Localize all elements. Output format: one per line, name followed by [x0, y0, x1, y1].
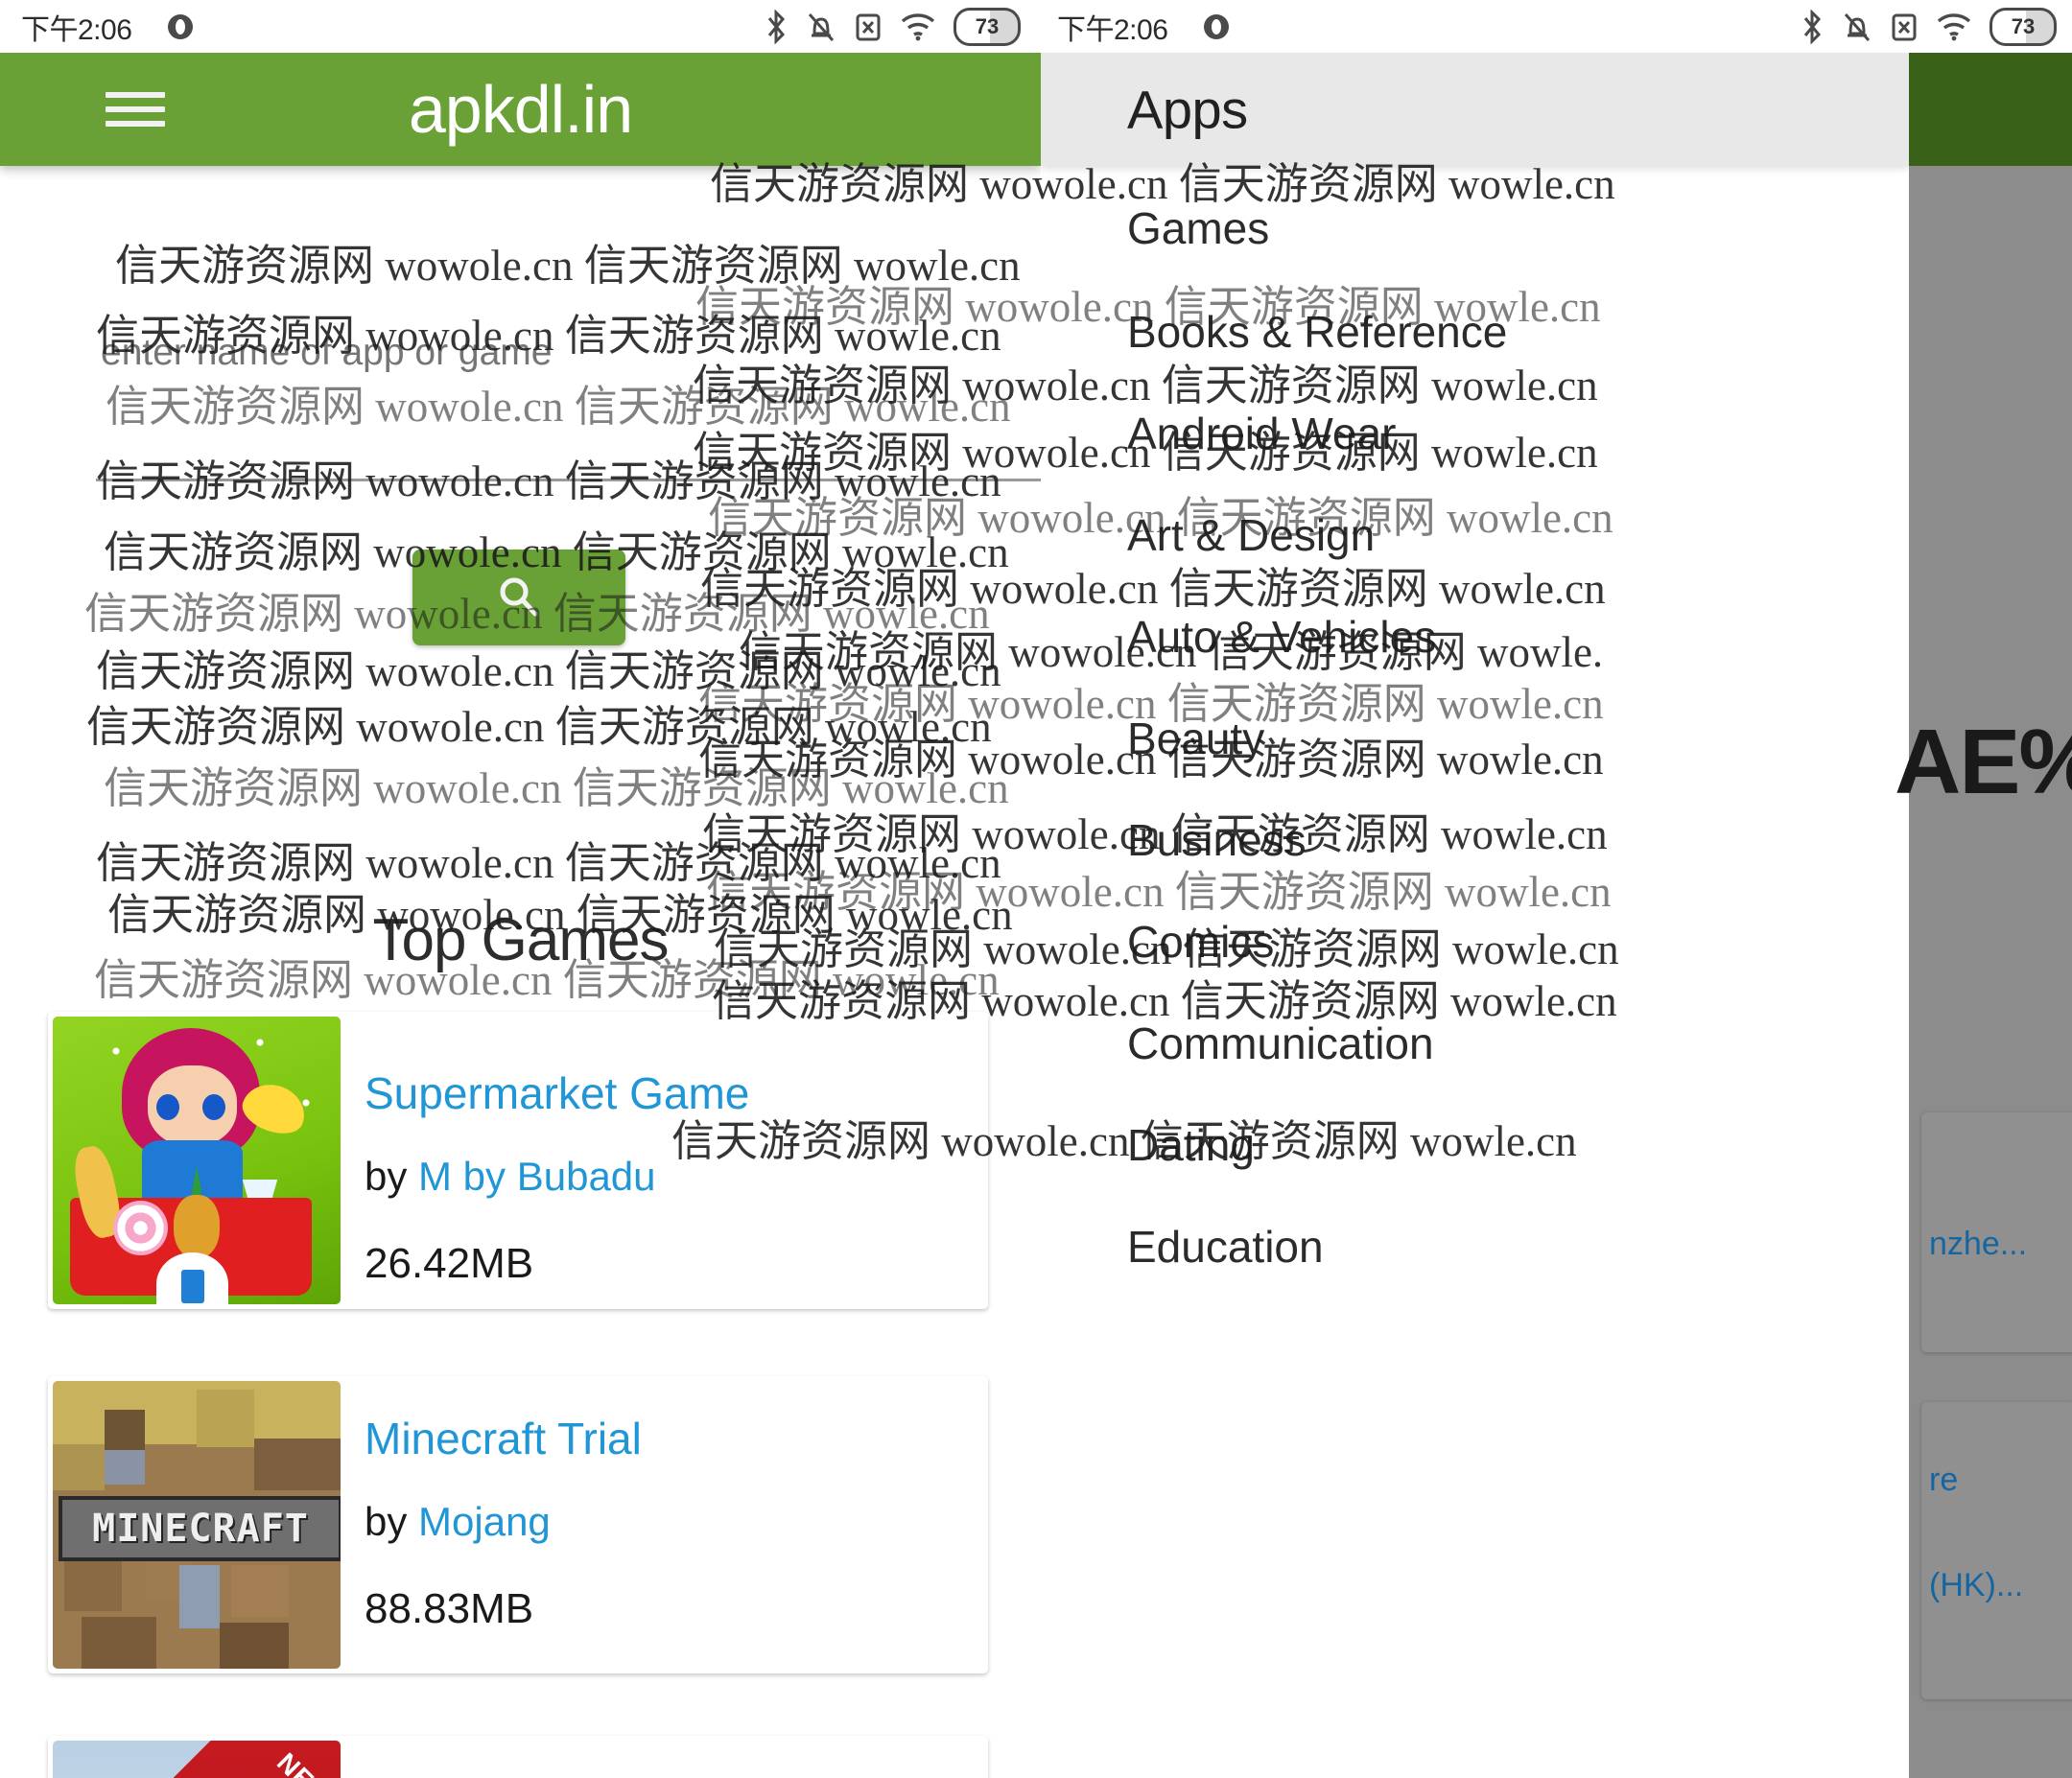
category-item-games[interactable]: Games [1127, 202, 1269, 254]
right-edge-card-2[interactable]: re (HK)... [1921, 1402, 2072, 1699]
category-item-art-design[interactable]: Art & Design [1127, 509, 1375, 561]
sim-x-icon-2 [1892, 13, 1917, 40]
game-thumbnail-jungle: NEW! [53, 1741, 341, 1778]
battery-icon: 73 [954, 7, 1021, 46]
search-icon [500, 577, 538, 617]
by-label-1: by [365, 1154, 408, 1199]
category-item-auto-vehicles[interactable]: Auto & Vehicles [1127, 611, 1436, 663]
category-item-android-wear[interactable]: Android Wear [1127, 408, 1396, 459]
game-developer-minecraft: by Mojang [365, 1499, 551, 1545]
game-size-supermarket: 26.42MB [365, 1240, 534, 1287]
apps-categories-window: Apps Games Books & Reference Android Wea… [1041, 53, 1909, 1778]
search-underline [96, 479, 1041, 481]
category-item-education[interactable]: Education [1127, 1221, 1324, 1273]
apps-title: Apps [1127, 79, 1248, 140]
game-title-minecraft[interactable]: Minecraft Trial [365, 1413, 978, 1464]
by-label-2: by [365, 1499, 408, 1544]
status-bar-left-half: 下午2:06 73 [0, 0, 1036, 53]
game-thumbnail-supermarket [53, 1017, 341, 1304]
right-edge-card-1[interactable]: nzhe... [1921, 1112, 2072, 1352]
sim-x-icon [856, 13, 881, 40]
minecraft-logo: MINECRAFT [59, 1496, 341, 1561]
status-clock: 下午2:06 [21, 13, 132, 46]
category-item-beauty[interactable]: Beauty [1127, 713, 1264, 764]
apkdl-window: apkdl.in Top Games Supermarket Game [0, 53, 1041, 1778]
developer-link-2[interactable]: Mojang [418, 1499, 551, 1544]
game-card-jungle[interactable]: NEW! Jungle Wood Cargo Transporter:... [48, 1736, 988, 1778]
category-item-business[interactable]: Business [1127, 814, 1307, 866]
category-item-books-reference[interactable]: Books & Reference [1127, 306, 1507, 358]
search-button[interactable] [412, 550, 625, 645]
category-item-comics[interactable]: Comics [1127, 916, 1274, 968]
mute-vibrate-icon [808, 12, 835, 41]
right-window-appbar [1909, 53, 2072, 166]
page-title: Top Games [372, 907, 669, 973]
apkdl-appbar: apkdl.in [0, 53, 1041, 166]
mute-vibrate-icon-2 [1844, 12, 1871, 41]
notification-dot-icon [168, 13, 193, 39]
bluetooth-icon [767, 9, 786, 44]
right-edge-card-2-title: re [1929, 1462, 1959, 1498]
wifi-icon-2 [1937, 12, 1971, 40]
developer-link-1[interactable]: M by Bubadu [418, 1154, 656, 1199]
wifi-icon [901, 12, 935, 40]
game-card-minecraft[interactable]: MINECRAFT Minecraft Trial by Mojang 88.8… [48, 1376, 988, 1673]
game-size-minecraft: 88.83MB [365, 1585, 534, 1632]
bluetooth-icon-2 [1803, 9, 1822, 44]
game-card-supermarket[interactable]: Supermarket Game by M by Bubadu 26.42MB [48, 1012, 988, 1309]
status-bar: 下午2:06 73 下午2:06 73 [0, 0, 2072, 53]
status-icons-right: 73 [1800, 7, 2057, 46]
right-edge-card-3-title: (HK)... [1929, 1567, 2024, 1603]
game-developer-supermarket: by M by Bubadu [365, 1154, 656, 1200]
right-edge-card-1-title: nzhe... [1929, 1226, 2028, 1262]
search-input[interactable] [99, 331, 1041, 375]
apps-appbar: Apps [1041, 53, 1909, 166]
status-icons-left: 73 [764, 7, 1021, 46]
status-bar-right-half: 下午2:06 73 [1036, 0, 2072, 53]
notification-dot-icon-2 [1204, 13, 1229, 39]
right-edge-large-text: AE% [1895, 711, 2072, 813]
hamburger-icon[interactable] [106, 88, 165, 130]
category-item-dating[interactable]: Dating [1127, 1119, 1255, 1171]
category-item-communication[interactable]: Communication [1127, 1018, 1434, 1069]
game-title-supermarket[interactable]: Supermarket Game [365, 1067, 978, 1119]
battery-icon-2: 73 [1990, 7, 2057, 46]
status-clock-2: 下午2:06 [1057, 13, 1168, 46]
game-thumbnail-minecraft: MINECRAFT [53, 1381, 341, 1669]
